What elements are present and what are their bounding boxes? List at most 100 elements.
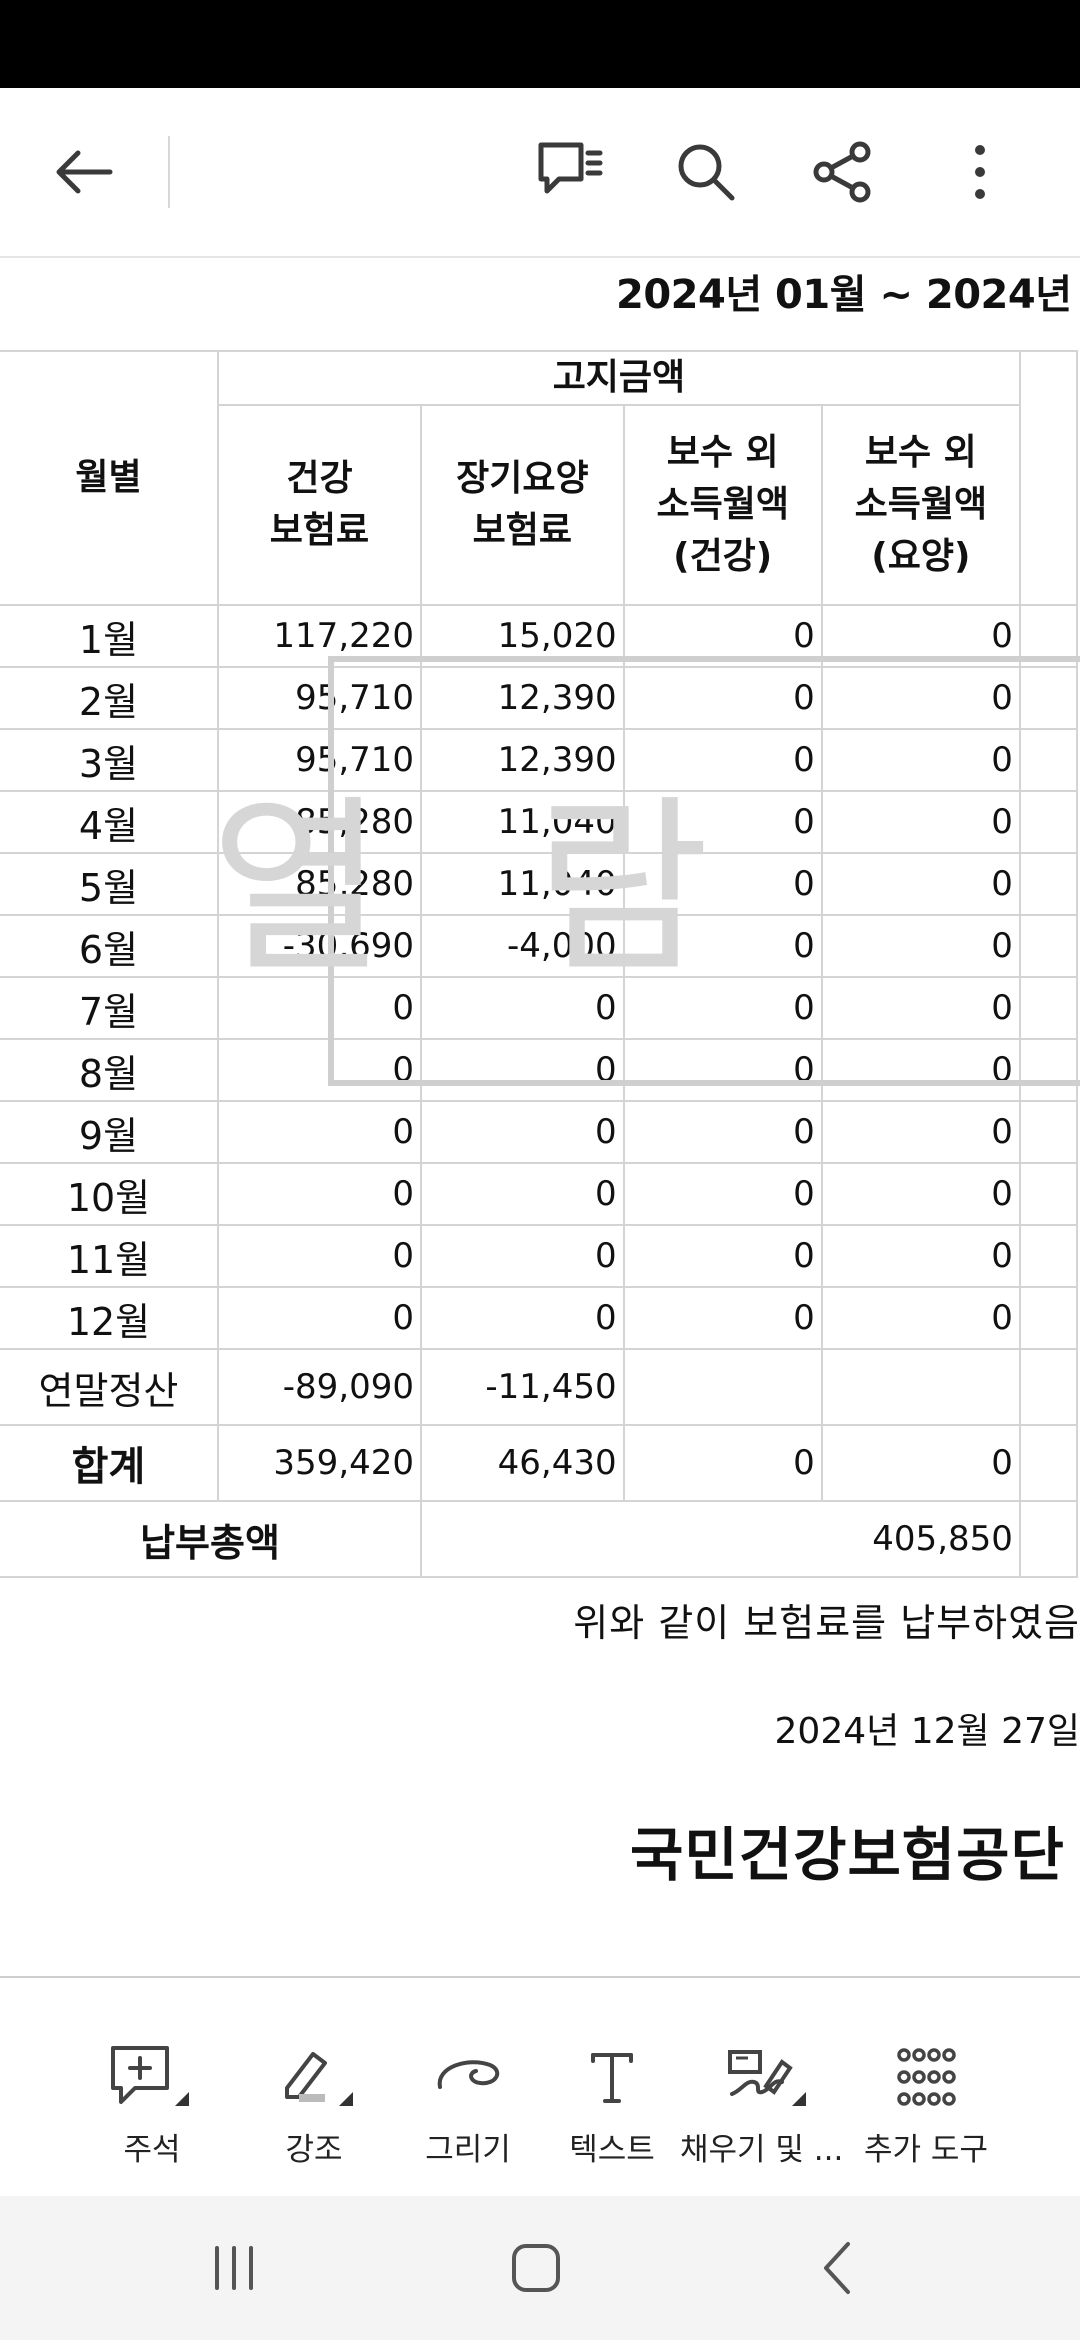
tool-label: 채우기 및 ... (680, 2132, 844, 2168)
document-view[interactable]: 2024년 01월 ~ 2024년 12월 월별 고지금액 건강보험료 장기요양… (0, 256, 1080, 1984)
cell-value: 0 (820, 1224, 1021, 1288)
table-edge-cell (1018, 852, 1079, 916)
cell-value: 0 (622, 1100, 823, 1164)
status-bar (0, 0, 1080, 88)
month-label: 6월 (0, 914, 219, 978)
table-row: 12월 0 0 0 0 (0, 1286, 1079, 1350)
row-label: 합계 (0, 1424, 219, 1502)
month-label: 7월 (0, 976, 219, 1040)
table-edge-cell (1018, 1224, 1079, 1288)
table-edge-cell (1018, 666, 1079, 730)
search-button[interactable] (664, 130, 748, 214)
search-icon (678, 144, 735, 201)
cell-value: 0 (820, 1038, 1021, 1102)
table-row: 8월 0 0 0 0 (0, 1038, 1079, 1102)
cell-value: 0 (622, 666, 823, 730)
tool-text-button[interactable]: 텍스트 (532, 2036, 692, 2176)
row-label: 연말정산 (0, 1348, 219, 1426)
cell-value: 15,020 (420, 604, 625, 668)
arrow-left-icon (56, 150, 113, 194)
cell-value: 0 (820, 790, 1021, 854)
total-row: 납부총액 405,850 (0, 1500, 1079, 1578)
table-row: 5월 85,280 11,040 0 0 (0, 852, 1079, 916)
cell-value: 0 (622, 914, 823, 978)
cell-value: 0 (820, 914, 1021, 978)
cell-value: 0 (622, 1424, 823, 1502)
table-edge-cell (1018, 1286, 1079, 1350)
cell-value: 0 (622, 790, 823, 854)
page-top-border (0, 256, 1080, 258)
recent-apps-icon (215, 2246, 253, 2290)
table-edge-cell (1018, 1424, 1079, 1502)
cell-value: 11,040 (420, 852, 625, 916)
toolbar-divider (168, 136, 170, 208)
table-edge-cell (1018, 914, 1079, 978)
text-icon (591, 2053, 633, 2103)
tool-label: 주석 (123, 2132, 181, 2168)
table-edge-cell (1018, 1162, 1079, 1226)
cell-value: 359,420 (216, 1424, 423, 1502)
cell-value: -11,450 (420, 1348, 625, 1426)
month-label: 1월 (0, 604, 219, 668)
cell-value: 0 (216, 976, 423, 1040)
cell-value: 95,710 (216, 666, 423, 730)
cell-value: 0 (622, 976, 823, 1040)
cell-value: 0 (820, 604, 1021, 668)
tool-fill-sign-button[interactable]: 채우기 및 ... (680, 2036, 844, 2176)
comment-add-icon (111, 2046, 189, 2106)
cell-value: 0 (820, 1100, 1021, 1164)
month-rows: 1월 117,220 15,020 0 0 2월 95,710 12,390 0 0 3월 95,71… (0, 604, 1079, 1350)
cell-value: 12,390 (420, 728, 625, 792)
table-edge-cell (1018, 1500, 1079, 1578)
cell-value: 0 (420, 1224, 625, 1288)
month-label: 8월 (0, 1038, 219, 1102)
column-header: 장기요양 보험료 (420, 404, 625, 606)
back-button[interactable] (42, 130, 126, 214)
grid-dots-icon (897, 2048, 956, 2106)
tool-highlight-button[interactable]: 강조 (234, 2036, 394, 2176)
tool-label: 강조 (285, 2132, 343, 2168)
cell-value: 11,040 (420, 790, 625, 854)
agency-name: 국민건강보험공단 (630, 1821, 1065, 1889)
share-icon (813, 141, 871, 203)
more-button[interactable] (938, 130, 1022, 214)
comments-button[interactable] (528, 130, 612, 214)
table-edge-cell (1018, 604, 1079, 668)
column-header: 건강 보험료 (216, 404, 423, 606)
cell-value: 12,390 (420, 666, 625, 730)
cell-value: 0 (216, 1286, 423, 1350)
premium-table: 월별 고지금액 건강 보험료 장기요양 보험료 보수 외 소득월액 (건강) 보수 외소… (0, 350, 1079, 1578)
table-row: 1월 117,220 15,020 0 0 (0, 604, 1079, 668)
cell-value: 0 (420, 1286, 625, 1350)
total-label: 납부총액 (0, 1500, 423, 1578)
cell-value: 0 (216, 1100, 423, 1164)
total-value: 405,850 (420, 1500, 1021, 1578)
table-edge-cell (1018, 1038, 1079, 1102)
cell-value (622, 1348, 823, 1426)
table-row: 10월 0 0 0 0 (0, 1162, 1079, 1226)
tool-more-button[interactable]: 추가 도구 (846, 2036, 1006, 2176)
cell-value: 85,280 (216, 852, 423, 916)
cell-value (820, 1348, 1021, 1426)
table-row: 2월 95,710 12,390 0 0 (0, 666, 1079, 730)
group-header: 고지금액 (216, 350, 1021, 406)
cell-value: 0 (622, 1162, 823, 1226)
share-button[interactable] (800, 130, 884, 214)
month-label: 9월 (0, 1100, 219, 1164)
cell-value: -89,090 (216, 1348, 423, 1426)
cell-value: 0 (820, 666, 1021, 730)
cell-value: 0 (622, 1038, 823, 1102)
table-row: 7월 0 0 0 0 (0, 976, 1079, 1040)
tool-label: 텍스트 (569, 2132, 655, 2168)
home-button[interactable] (476, 2232, 596, 2304)
column-header: 보수 외 소득월액 (요양) (820, 404, 1021, 606)
tool-draw-button[interactable]: 그리기 (388, 2036, 548, 2176)
month-label: 4월 (0, 790, 219, 854)
recent-apps-button[interactable] (174, 2232, 294, 2304)
column-header: 보수 외 소득월액 (건강) (622, 404, 823, 606)
cell-value: 0 (820, 976, 1021, 1040)
nav-back-button[interactable] (778, 2232, 898, 2304)
tool-comment-button[interactable]: 주석 (72, 2036, 232, 2176)
cell-value: 0 (420, 1162, 625, 1226)
cell-value: 117,220 (216, 604, 423, 668)
